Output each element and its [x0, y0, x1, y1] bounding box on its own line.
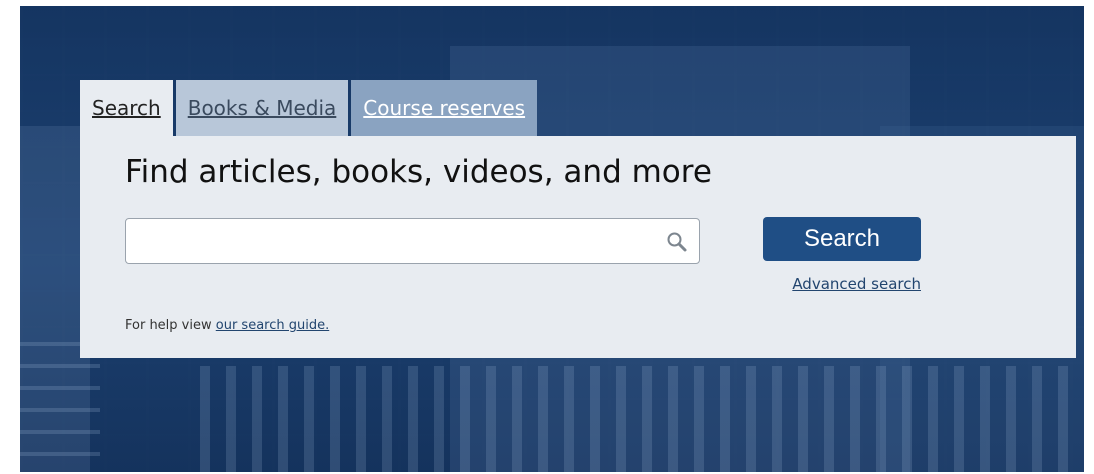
tab-books-media[interactable]: Books & Media: [175, 80, 349, 136]
search-icon[interactable]: [665, 230, 689, 254]
search-input[interactable]: [134, 219, 658, 265]
search-guide-link[interactable]: our search guide.: [216, 318, 329, 333]
search-tabs: Search Books & Media Course reserves: [80, 80, 540, 136]
tab-course-reserves[interactable]: Course reserves: [351, 80, 538, 136]
background-windows: [200, 366, 1084, 472]
tab-search[interactable]: Search: [80, 80, 173, 136]
search-panel: Find articles, books, videos, and more S…: [80, 136, 1076, 358]
search-field[interactable]: [125, 218, 700, 265]
search-button[interactable]: Search: [763, 217, 921, 261]
advanced-search-link[interactable]: Advanced search: [780, 275, 921, 293]
help-prefix: For help view: [125, 318, 216, 333]
help-text: For help view our search guide.: [125, 318, 329, 333]
panel-heading: Find articles, books, videos, and more: [125, 154, 712, 190]
